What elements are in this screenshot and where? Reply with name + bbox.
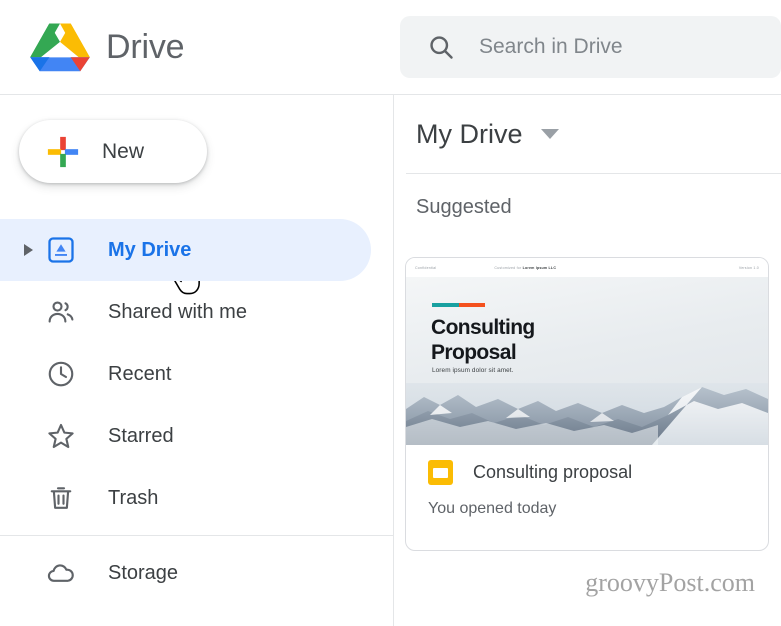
thumbnail-heading: Consulting Proposal xyxy=(431,315,535,365)
snow-mountains-photo xyxy=(406,383,768,445)
sidebar-nav: My Drive Shared with me Recent Starred T… xyxy=(0,219,394,604)
search-icon xyxy=(430,36,453,59)
sidebar: New My Drive Shared with me Recent Starr… xyxy=(0,95,394,626)
chevron-down-icon[interactable] xyxy=(540,129,559,139)
expand-caret-icon[interactable] xyxy=(16,243,40,257)
thumbnail-heading-line2: Proposal xyxy=(431,341,517,364)
file-name: Consulting proposal xyxy=(473,462,633,482)
sidebar-item-label: Storage xyxy=(108,561,179,584)
google-drive-logo xyxy=(30,23,90,72)
plus-icon xyxy=(47,136,79,167)
sidebar-item-storage[interactable]: Storage xyxy=(0,542,371,604)
file-thumbnail: Confidential Customized for Lorem Ipsum … xyxy=(406,258,768,445)
top-bar: Drive Search in Drive xyxy=(0,0,781,95)
file-title-row: Consulting proposal xyxy=(428,460,768,485)
cloud-icon xyxy=(44,556,78,590)
sidebar-item-starred[interactable]: Starred xyxy=(0,405,371,467)
watermark: groovyPost.com xyxy=(585,568,755,597)
new-button[interactable]: New xyxy=(19,120,207,183)
thumbnail-header-mid: Customized for Lorem Ipsum LLC xyxy=(494,265,557,270)
brand-area[interactable]: Drive xyxy=(0,18,400,76)
file-meta: You opened today xyxy=(428,500,557,517)
sidebar-item-label: Shared with me xyxy=(108,300,247,323)
new-button-label: New xyxy=(102,139,145,163)
main-content: My Drive Suggested Confidential Customiz… xyxy=(394,95,781,626)
clock-icon xyxy=(44,357,78,391)
suggested-file-card[interactable]: Confidential Customized for Lorem Ipsum … xyxy=(405,257,769,551)
google-slides-icon xyxy=(428,460,453,485)
trash-icon xyxy=(44,481,78,515)
sidebar-item-label: Trash xyxy=(108,486,159,509)
main-header: My Drive xyxy=(394,95,781,173)
card-footer: Consulting proposal You opened today xyxy=(406,445,768,518)
sidebar-item-label: Recent xyxy=(108,362,172,385)
google-drive-window: Drive Search in Drive New My Drive Share… xyxy=(0,0,781,626)
star-icon xyxy=(44,419,78,453)
thumbnail-slide: Consulting Proposal Lorem ipsum dolor si… xyxy=(406,277,768,445)
thumbnail-heading-line1: Consulting xyxy=(431,316,535,339)
thumbnail-header-left: Confidential xyxy=(415,265,437,270)
thumbnail-header-right: Version 1.0 xyxy=(738,265,759,270)
sidebar-nav-secondary: Storage xyxy=(0,542,394,604)
search-area: Search in Drive xyxy=(400,0,781,95)
accent-bar xyxy=(432,303,485,307)
suggested-section-title: Suggested xyxy=(416,196,512,218)
search-placeholder: Search in Drive xyxy=(479,35,623,58)
my-drive-icon xyxy=(44,233,78,267)
people-icon xyxy=(44,295,78,329)
sidebar-item-shared-with-me[interactable]: Shared with me xyxy=(0,281,371,343)
search-input[interactable]: Search in Drive xyxy=(400,16,781,78)
sidebar-item-recent[interactable]: Recent xyxy=(0,343,371,405)
sidebar-item-label: Starred xyxy=(108,424,174,447)
page-title: My Drive xyxy=(416,118,523,149)
sidebar-item-my-drive[interactable]: My Drive xyxy=(0,219,371,281)
thumbnail-subtitle: Lorem ipsum dolor sit amet. xyxy=(432,367,514,374)
sidebar-divider xyxy=(0,535,394,536)
sidebar-item-trash[interactable]: Trash xyxy=(0,467,371,529)
sidebar-item-label: My Drive xyxy=(108,238,192,261)
brand-title: Drive xyxy=(106,27,185,66)
thumbnail-header-strip: Confidential Customized for Lorem Ipsum … xyxy=(406,258,768,277)
